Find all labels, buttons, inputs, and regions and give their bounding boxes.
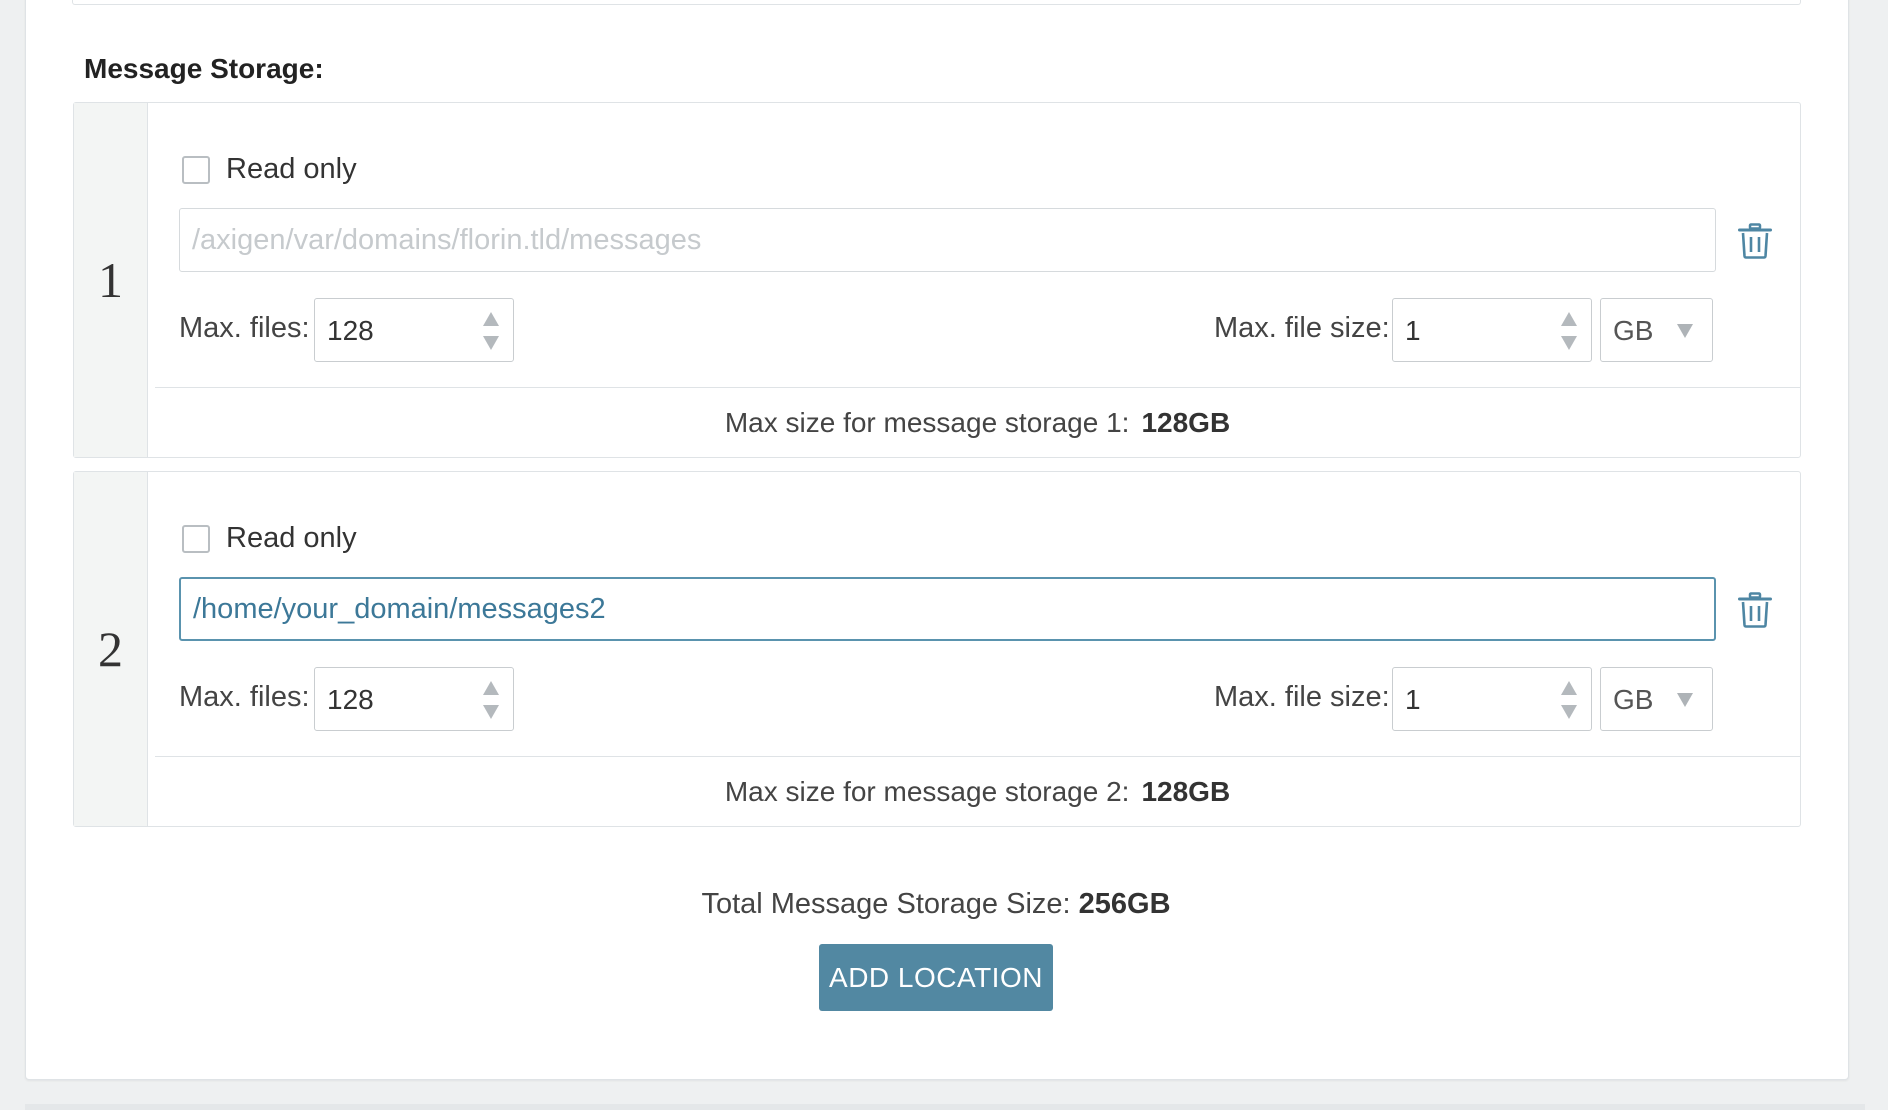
location-index: 1 <box>74 103 148 457</box>
readonly-checkbox[interactable] <box>182 155 210 184</box>
total-label: Total Message Storage Size: <box>701 888 1071 920</box>
max-files-label: Max. files: <box>179 681 310 713</box>
summary-label: Max size for message storage 1: <box>724 407 1130 438</box>
location-summary: Max size for message storage 2: 128GB <box>155 756 1800 827</box>
max-file-size-value: 1 <box>1405 684 1421 715</box>
readonly-checkbox[interactable] <box>182 524 210 553</box>
caret-down-icon <box>1677 693 1693 707</box>
max-files-stepper[interactable]: 128 <box>314 298 514 362</box>
storage-location: 1 Read only Max. files: 128 Max. file si… <box>73 102 1801 458</box>
max-files-stepper[interactable]: 128 <box>314 667 514 731</box>
readonly-row: Read only <box>182 153 357 186</box>
trash-icon[interactable] <box>1738 592 1772 628</box>
storage-path-input[interactable] <box>179 577 1716 641</box>
max-files-value: 128 <box>327 684 374 715</box>
size-unit-select[interactable]: GB <box>1600 298 1713 362</box>
size-unit-value: GB <box>1613 315 1654 346</box>
size-unit-select[interactable]: GB <box>1600 667 1713 731</box>
max-files-value: 128 <box>327 315 374 346</box>
readonly-label: Read only <box>226 522 357 554</box>
storage-path-input[interactable] <box>179 208 1716 272</box>
max-file-size-value: 1 <box>1405 315 1421 346</box>
add-location-button[interactable]: ADD LOCATION <box>819 944 1053 1011</box>
location-summary: Max size for message storage 1: 128GB <box>155 387 1800 458</box>
summary-value: 128GB <box>1141 776 1231 807</box>
size-unit-value: GB <box>1613 684 1654 715</box>
previous-section-edge <box>72 0 1801 5</box>
next-section-edge <box>25 1104 1865 1110</box>
max-file-size-label: Max. file size: <box>1214 312 1390 344</box>
storage-location: 2 Read only Max. files: 128 Max. file si… <box>73 471 1801 827</box>
max-files-label: Max. files: <box>179 312 310 344</box>
max-file-size-stepper[interactable]: 1 <box>1392 667 1592 731</box>
spinner-arrows-icon[interactable] <box>481 309 501 353</box>
caret-down-icon <box>1677 324 1693 338</box>
location-index: 2 <box>74 472 148 826</box>
max-file-size-label: Max. file size: <box>1214 681 1390 713</box>
spinner-arrows-icon[interactable] <box>481 678 501 722</box>
spinner-arrows-icon[interactable] <box>1559 678 1579 722</box>
max-file-size-stepper[interactable]: 1 <box>1392 298 1592 362</box>
total-value: 256GB <box>1078 888 1171 920</box>
summary-label: Max size for message storage 2: <box>724 776 1130 807</box>
summary-value: 128GB <box>1141 407 1231 438</box>
readonly-label: Read only <box>226 153 357 185</box>
trash-icon[interactable] <box>1738 223 1772 259</box>
section-title: Message Storage: <box>84 53 324 84</box>
spinner-arrows-icon[interactable] <box>1559 309 1579 353</box>
readonly-row: Read only <box>182 522 357 555</box>
total-storage-size: Total Message Storage Size: 256GB <box>0 888 1872 921</box>
